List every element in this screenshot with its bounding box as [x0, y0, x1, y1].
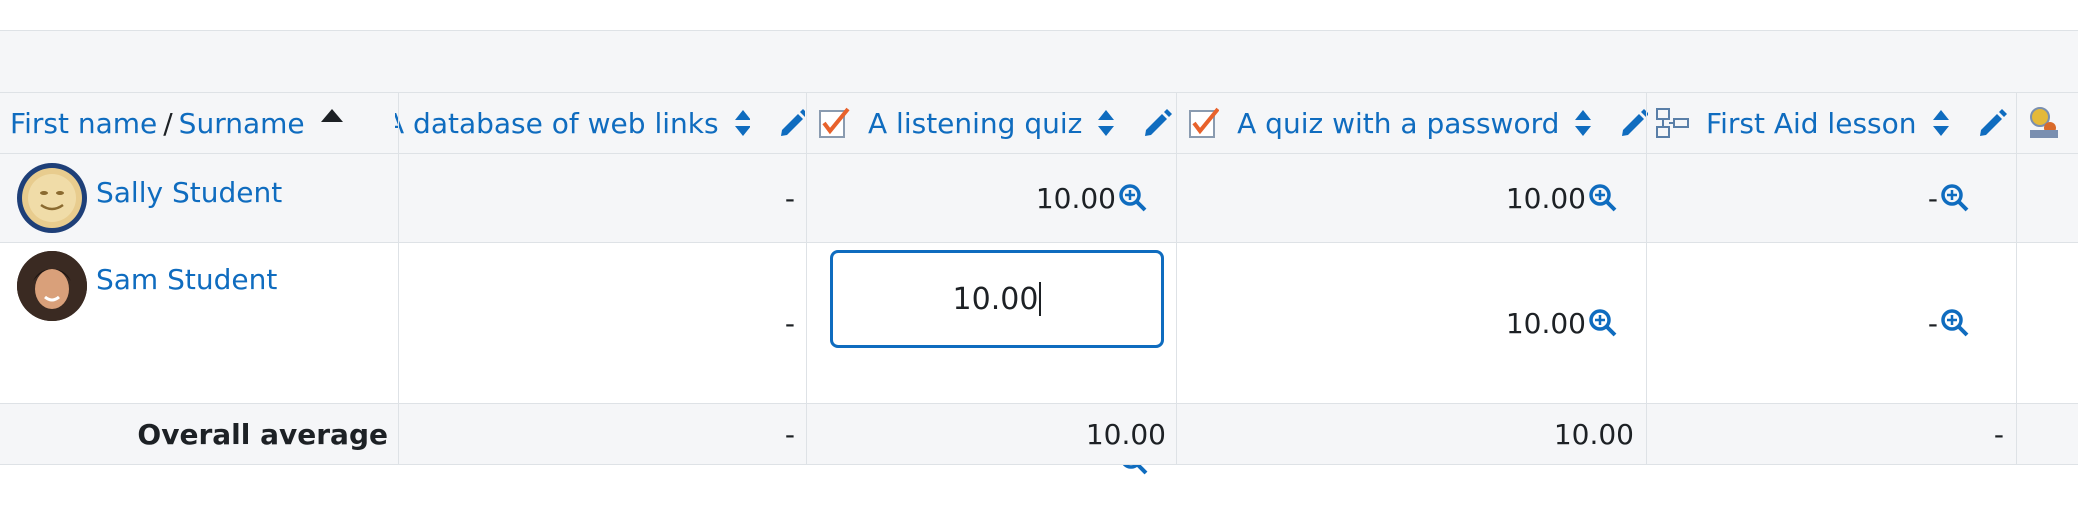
student-name-link[interactable]: Sally Student: [96, 176, 282, 209]
average-cell: -: [784, 417, 795, 451]
grade-cell[interactable]: -: [1648, 243, 1970, 403]
column-listening-quiz-link[interactable]: A listening quiz: [868, 107, 1082, 140]
grade-cell[interactable]: 10.00: [1178, 243, 1618, 403]
name-column-header: First name / Surname: [10, 93, 395, 153]
overall-average-row: Overall average - 10.00 10.00 -: [0, 403, 2078, 465]
column-header-first-aid-lesson: First Aid lesson: [1656, 93, 2016, 153]
column-quiz-password-link[interactable]: A quiz with a password: [1237, 107, 1559, 140]
column-first-aid-link[interactable]: First Aid lesson: [1706, 107, 1917, 140]
text-caret: [1039, 282, 1042, 316]
grade-cell[interactable]: 10.00: [1178, 154, 1618, 242]
column-divider: [398, 92, 399, 464]
column-divider: [2016, 92, 2017, 464]
average-cell: 10.00: [1553, 417, 1634, 451]
sort-surname-link[interactable]: Surname: [179, 107, 305, 140]
column-divider: [806, 92, 807, 464]
pencil-edit-icon[interactable]: [1977, 108, 2007, 138]
quiz-icon: [819, 107, 850, 138]
grade-cell[interactable]: -: [1648, 154, 1970, 242]
pencil-edit-icon[interactable]: [1619, 108, 1648, 138]
smiley-avatar-icon: [22, 168, 82, 228]
grade-cell[interactable]: 10.00: [808, 154, 1148, 242]
quiz-icon: [1189, 107, 1220, 138]
column-header-quiz-password: A quiz with a password: [1188, 93, 1648, 153]
table-row: Sally Student - 10.00 10.00 -: [0, 153, 2078, 242]
grade-edit-input[interactable]: 10.00: [830, 250, 1164, 348]
sort-first-name-link[interactable]: First name: [10, 107, 157, 140]
column-divider: [1176, 92, 1177, 464]
sort-toggle-icon[interactable]: [733, 108, 751, 138]
grade-cell[interactable]: -: [400, 154, 795, 242]
grade-cell[interactable]: -: [400, 243, 795, 403]
table-header-row: First name / Surname A database of web l…: [0, 92, 2078, 153]
sort-toggle-icon[interactable]: [1096, 108, 1116, 138]
sort-toggle-icon[interactable]: [1573, 108, 1592, 138]
column-header-listening-quiz: A listening quiz: [818, 93, 1178, 153]
toolbar-band: [0, 30, 2078, 93]
pencil-edit-icon[interactable]: [778, 108, 805, 138]
lesson-icon: [1656, 108, 1689, 138]
column-divider: [1646, 92, 1647, 464]
zoom-in-icon[interactable]: [1588, 308, 1618, 338]
avatar[interactable]: [17, 251, 87, 321]
average-cell: -: [1993, 417, 2004, 451]
overall-average-label: Overall average: [137, 417, 388, 451]
column-header-next: [2026, 93, 2066, 153]
workshop-icon: [2030, 107, 2058, 138]
person-photo-icon: [17, 251, 87, 321]
student-name-link[interactable]: Sam Student: [96, 263, 277, 296]
column-header-database: A database of web links: [395, 93, 805, 153]
sort-toggle-icon[interactable]: [1931, 108, 1951, 138]
name-separator: /: [163, 106, 173, 140]
column-database-link[interactable]: A database of web links: [395, 107, 719, 140]
average-cell: 10.00: [1085, 417, 1166, 451]
avatar[interactable]: [17, 163, 87, 233]
sort-ascending-icon: [320, 109, 343, 122]
zoom-in-icon[interactable]: [1940, 308, 1970, 338]
zoom-in-icon[interactable]: [1940, 183, 1970, 213]
zoom-in-icon[interactable]: [1118, 183, 1148, 213]
pencil-edit-icon[interactable]: [1142, 108, 1173, 138]
zoom-in-icon[interactable]: [1588, 183, 1618, 213]
